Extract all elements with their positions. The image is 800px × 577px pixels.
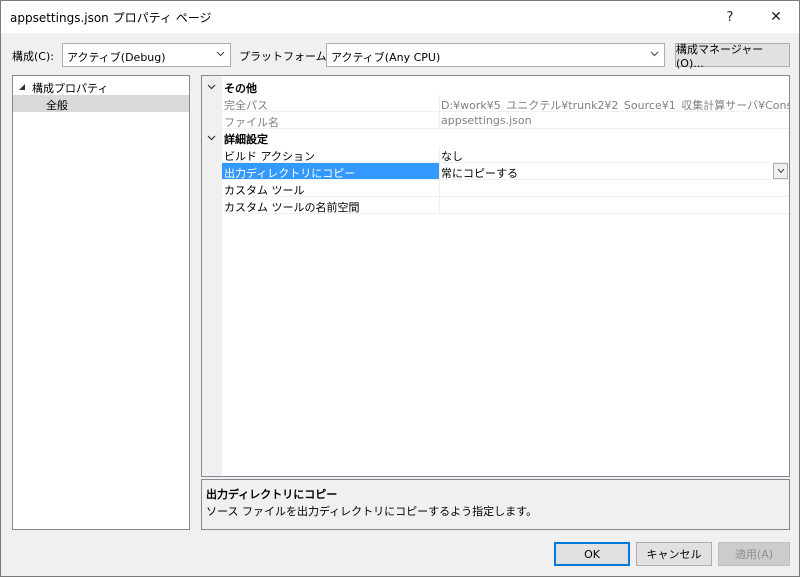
help-button[interactable]: ?: [707, 1, 753, 33]
property-name: 出力ディレクトリにコピー: [222, 163, 439, 180]
property-grid: その他 完全パス D:¥work¥5_ユニクテル¥trunk2¥2_Source…: [201, 75, 790, 477]
apply-button[interactable]: 適用(A): [718, 542, 790, 566]
cancel-button[interactable]: キャンセル: [636, 542, 712, 566]
property-value-select[interactable]: 常にコピーする: [439, 163, 789, 180]
property-value[interactable]: なし: [439, 146, 789, 163]
property-row-copy-to-output[interactable]: 出力ディレクトリにコピー 常にコピーする: [202, 163, 789, 180]
ok-button[interactable]: OK: [554, 542, 630, 566]
property-name: カスタム ツールの名前空間: [222, 197, 439, 214]
configuration-label: 構成(C):: [12, 50, 54, 63]
configuration-value: アクティブ(Debug): [67, 51, 166, 64]
platform-combo[interactable]: アクティブ(Any CPU): [326, 43, 665, 67]
chevron-down-icon: [650, 51, 659, 57]
property-value[interactable]: [439, 180, 789, 197]
description-text: ソース ファイルを出力ディレクトリにコピーするよう指定します。: [206, 505, 538, 518]
property-name: 完全パス: [222, 95, 439, 112]
property-name: ファイル名: [222, 112, 439, 129]
configuration-combo[interactable]: アクティブ(Debug): [62, 43, 231, 67]
property-row-file-name[interactable]: ファイル名 appsettings.json: [202, 112, 789, 129]
property-pages-dialog: appsettings.json プロパティ ページ ? ✕ 構成(C): アク…: [0, 0, 800, 577]
collapse-chevron-icon[interactable]: [207, 82, 216, 91]
description-pane: 出力ディレクトリにコピー ソース ファイルを出力ディレクトリにコピーするよう指定…: [201, 479, 790, 530]
property-row-build-action[interactable]: ビルド アクション なし: [202, 146, 789, 163]
property-value: D:¥work¥5_ユニクテル¥trunk2¥2_Source¥1_収集計算サー…: [439, 95, 789, 112]
configuration-manager-button[interactable]: 構成マネージャー(O)...: [675, 43, 790, 70]
property-value: appsettings.json: [439, 112, 789, 129]
tree-item-label: 全般: [46, 99, 68, 112]
category-label: その他: [224, 82, 257, 95]
close-button[interactable]: ✕: [753, 1, 799, 33]
category-advanced[interactable]: 詳細設定: [202, 129, 789, 146]
configuration-bar: 構成(C): アクティブ(Debug) プラットフォーム(P): アクティブ(A…: [1, 43, 799, 70]
property-row-full-path[interactable]: 完全パス D:¥work¥5_ユニクテル¥trunk2¥2_Source¥1_収…: [202, 95, 789, 112]
property-name: カスタム ツール: [222, 180, 439, 197]
window-title: appsettings.json プロパティ ページ: [10, 11, 212, 25]
property-row-custom-tool-namespace[interactable]: カスタム ツールの名前空間: [202, 197, 789, 214]
property-value-text: 常にコピーする: [441, 167, 518, 180]
tree-item-configuration-properties[interactable]: 構成プロパティ: [13, 78, 189, 95]
chevron-down-icon: [216, 51, 225, 57]
description-title: 出力ディレクトリにコピー: [206, 488, 338, 501]
title-bar: appsettings.json プロパティ ページ ? ✕: [1, 1, 799, 33]
property-value[interactable]: [439, 197, 789, 214]
expanded-triangle-icon[interactable]: [18, 83, 26, 91]
category-misc[interactable]: その他: [202, 78, 789, 95]
tree-item-general[interactable]: 全般: [13, 95, 189, 112]
category-label: 詳細設定: [224, 133, 268, 146]
tree-item-label: 構成プロパティ: [32, 82, 109, 95]
platform-value: アクティブ(Any CPU): [331, 51, 441, 64]
property-name: ビルド アクション: [222, 146, 439, 163]
property-row-custom-tool[interactable]: カスタム ツール: [202, 180, 789, 197]
collapse-chevron-icon[interactable]: [207, 133, 216, 142]
value-dropdown-button[interactable]: [773, 163, 788, 179]
chevron-down-icon: [777, 168, 785, 174]
property-tree: 構成プロパティ 全般: [12, 75, 190, 530]
